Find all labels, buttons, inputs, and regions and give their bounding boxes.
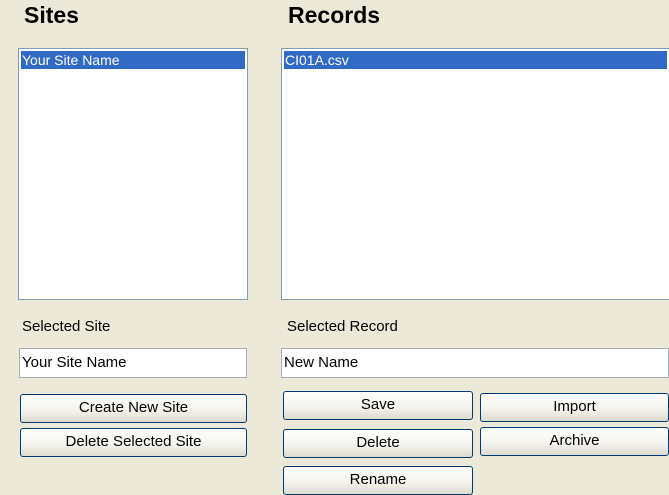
selected-record-label: Selected Record [287, 318, 398, 335]
delete-record-button[interactable]: Delete [283, 429, 473, 458]
selected-site-label: Selected Site [22, 318, 111, 335]
create-new-site-button[interactable]: Create New Site [20, 394, 247, 423]
sites-list[interactable]: Your Site Name [18, 48, 248, 300]
records-list-item[interactable]: CI01A.csv [284, 51, 667, 69]
import-record-button[interactable]: Import [480, 393, 669, 422]
selected-site-field[interactable]: Your Site Name [19, 348, 247, 378]
sites-list-item[interactable]: Your Site Name [21, 51, 245, 69]
records-heading: Records [288, 2, 381, 28]
records-list[interactable]: CI01A.csv [281, 48, 669, 300]
rename-record-button[interactable]: Rename [283, 466, 473, 495]
sites-heading: Sites [24, 2, 79, 28]
save-record-button[interactable]: Save [283, 391, 473, 420]
archive-record-button[interactable]: Archive [480, 427, 669, 456]
delete-selected-site-button[interactable]: Delete Selected Site [20, 428, 247, 457]
selected-record-field[interactable]: New Name [281, 348, 669, 378]
